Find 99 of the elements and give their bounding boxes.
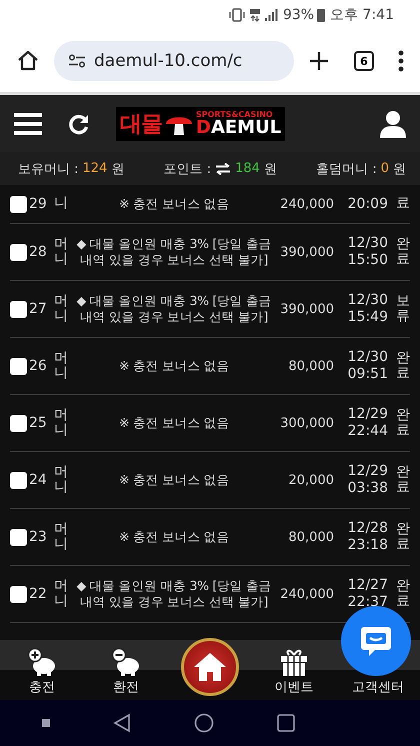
row-number: 27 — [29, 301, 48, 317]
row-status: 보류 — [396, 294, 410, 324]
battery-icon — [317, 8, 326, 22]
row-checkbox[interactable] — [10, 586, 27, 602]
user-icon[interactable] — [380, 110, 406, 138]
row-status: 완료 — [396, 408, 410, 438]
row-status: 완료 — [396, 578, 410, 610]
row-amount: 80,000 — [288, 358, 334, 374]
exchange-icon[interactable] — [215, 162, 232, 174]
deposit-nav-button[interactable]: 충전 — [25, 646, 59, 698]
signal-icon — [264, 8, 278, 22]
bonus-description: ◆ 대물 올인원 매충 3% [당일 출금 내역 있을 경우 보너스 선택 불가] — [76, 236, 272, 268]
withdraw-nav-button[interactable]: 환전 — [109, 646, 143, 698]
row-status: 완료 — [396, 522, 410, 552]
row-checkbox[interactable] — [10, 414, 27, 432]
back-icon[interactable] — [112, 713, 131, 733]
row-type: 머니 — [54, 294, 68, 324]
row-time: 22:44 — [348, 423, 388, 440]
row-time: 03:38 — [348, 480, 388, 497]
row-number: 26 — [29, 358, 48, 374]
row-time: 20:09 — [348, 196, 388, 212]
row-checkbox[interactable] — [10, 528, 27, 546]
row-number: 23 — [29, 529, 48, 545]
balance-value: 184 — [235, 161, 260, 176]
row-type: 머니 — [54, 522, 68, 552]
recents-icon[interactable] — [277, 714, 296, 732]
battery-percent: 93% — [282, 7, 314, 23]
row-checkbox[interactable] — [10, 300, 27, 318]
row-number: 25 — [29, 415, 48, 431]
bonus-description: ◆ 대물 올인원 매충 3% [당일 출금 내역 있을 경우 보너스 선택 불가] — [76, 578, 272, 610]
piggy-bank-icon — [27, 648, 57, 676]
bonus-description: ※ 충전 보너스 없음 — [118, 529, 230, 545]
row-amount: 390,000 — [279, 244, 334, 260]
row-type: 머니 — [54, 578, 68, 610]
row-amount: 80,000 — [288, 530, 334, 544]
currency-unit: 원 — [111, 160, 124, 178]
row-time: 22:37 — [348, 594, 388, 611]
row-date: 12/29 — [348, 406, 388, 423]
bonus-description: ※ 충전 보너스 없음 — [118, 358, 230, 374]
row-status: 완료 — [396, 236, 410, 268]
currency-unit: 원 — [264, 160, 277, 178]
balance-label: 보유머니 : — [18, 160, 79, 178]
row-type: 머니 — [54, 350, 68, 382]
tab-count-button[interactable]: 6 — [354, 51, 374, 71]
site-settings-icon[interactable] — [68, 54, 86, 68]
row-type: 머니 — [54, 464, 68, 496]
row-time: 23:18 — [348, 537, 388, 554]
bonus-description: ◆ 대물 올인원 매충 3% [당일 출금 내역 있을 경우 보너스 선택 불가] — [76, 293, 272, 325]
event-nav-button[interactable]: 이벤트 — [272, 646, 316, 698]
row-checkbox[interactable] — [10, 472, 27, 488]
row-amount: 240,000 — [279, 586, 334, 602]
house-icon — [193, 652, 227, 682]
row-number: 22 — [29, 586, 48, 602]
row-date: 12/29 — [348, 463, 388, 480]
support-nav-button[interactable]: 고객센터 — [350, 676, 406, 698]
more-options-icon[interactable] — [398, 50, 404, 72]
refresh-icon[interactable] — [68, 112, 90, 134]
row-number: 29 — [29, 196, 48, 212]
bonus-description: ※ 충전 보너스 없음 — [118, 415, 230, 431]
piggy-bank-icon — [111, 648, 141, 676]
home-icon[interactable] — [16, 49, 40, 73]
row-checkbox[interactable] — [10, 196, 27, 212]
row-amount: 300,000 — [279, 416, 334, 430]
row-time: 15:49 — [348, 309, 388, 326]
row-date: 12/30 — [348, 292, 388, 309]
row-type: 니 — [54, 196, 68, 212]
bonus-description: ※ 충전 보너스 없음 — [118, 196, 230, 212]
row-status: 료 — [396, 196, 410, 212]
row-date: 12/27 — [348, 577, 388, 594]
balance-value: 0 — [380, 161, 389, 176]
bonus-description: ※ 충전 보너스 없음 — [118, 472, 230, 488]
balance-label: 포인트 : — [164, 160, 212, 178]
row-amount: 240,000 — [279, 196, 334, 212]
gift-icon — [280, 648, 308, 676]
row-date: 12/28 — [348, 520, 388, 537]
row-number: 28 — [29, 244, 48, 260]
row-checkbox[interactable] — [10, 244, 27, 260]
site-logo[interactable]: 대물 SPORTS&CASINO DAEMUL — [116, 106, 286, 140]
menu-icon[interactable] — [14, 112, 42, 136]
currency-unit: 원 — [392, 160, 406, 178]
vibrate-icon — [228, 8, 246, 22]
row-date: 12/30 — [348, 235, 388, 252]
new-tab-icon[interactable] — [308, 50, 330, 72]
row-amount: 390,000 — [279, 302, 334, 316]
row-date: 12/30 — [348, 349, 388, 366]
row-time: 09:51 — [348, 366, 388, 383]
row-status: 완료 — [396, 464, 410, 496]
address-bar[interactable]: daemul-10.com/c — [54, 41, 294, 81]
clock-time: 오후 7:41 — [330, 6, 394, 24]
row-status: 완료 — [396, 350, 410, 382]
balance-label: 홀덤머니 : — [316, 160, 377, 178]
row-checkbox[interactable] — [10, 358, 27, 374]
row-number: 24 — [29, 472, 48, 488]
row-type: 머니 — [54, 236, 68, 268]
row-amount: 20,000 — [288, 472, 334, 488]
home-circle-icon[interactable] — [194, 713, 214, 733]
row-type: 머니 — [54, 408, 68, 438]
row-time: 15:50 — [348, 252, 388, 269]
balance-value: 124 — [82, 161, 108, 176]
